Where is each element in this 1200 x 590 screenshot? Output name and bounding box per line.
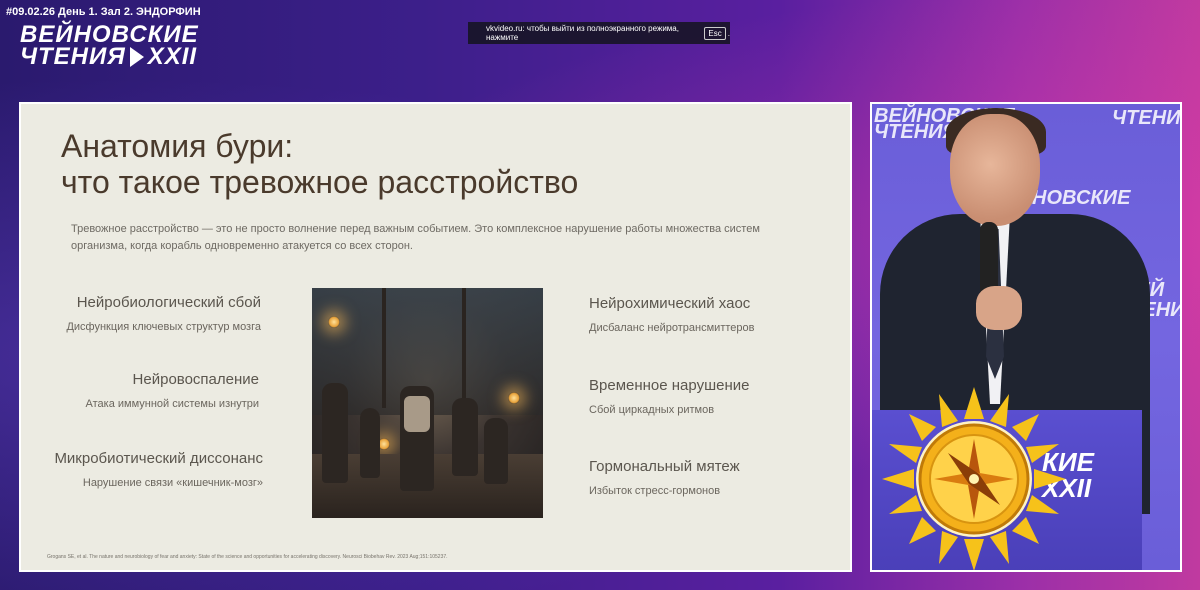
video-caption: #09.02.26 День 1. Зал 2. ЭНДОРФИН xyxy=(6,6,201,18)
cam-bg-text-4: ЧТЕНИЯ xyxy=(1112,107,1181,129)
fullscreen-toast: vkvideo.ru: чтобы выйти из полноэкранног… xyxy=(468,22,730,44)
brand-arrow-icon xyxy=(129,47,144,67)
left-item-1: Нейробиологический сбой Дисфункция ключе… xyxy=(61,294,261,333)
right-item-1-heading: Нейрохимический хаос xyxy=(589,295,751,312)
pirate-figure-4 xyxy=(360,408,380,478)
left-item-3-sub: Нарушение связи «кишечник-мозг» xyxy=(82,477,263,489)
compass-sun-icon xyxy=(882,387,1066,570)
left-item-1-sub: Дисфункция ключевых структур мозга xyxy=(66,321,261,333)
brand-word: ЧТЕНИЯ xyxy=(20,43,126,70)
brand-roman: XXII xyxy=(147,43,198,70)
right-item-3-sub: Избыток стресс-гормонов xyxy=(589,485,721,497)
lantern-2 xyxy=(508,392,520,404)
slide-title-line-1: Анатомия бури: xyxy=(61,128,294,164)
right-item-1-sub: Дисбаланс нейротрансмиттеров xyxy=(589,322,755,334)
right-item-3-heading: Гормональный мятеж xyxy=(589,458,740,475)
right-item-3: Гормональный мятеж Избыток стресс-гормон… xyxy=(589,458,829,497)
pirate-figure-3 xyxy=(452,398,478,476)
pirate-figure-5 xyxy=(484,418,508,484)
left-item-2: Нейровоспаление Атака иммунной системы и… xyxy=(61,371,259,410)
speaker-hand xyxy=(976,286,1022,330)
pirate-figure-1 xyxy=(322,383,348,483)
cam-bg-text-2: ЧТЕНИЯ xyxy=(874,121,958,143)
cam-bg-text-3: НОВСКИЕ xyxy=(1032,187,1131,209)
left-item-2-heading: Нейровоспаление xyxy=(132,371,259,388)
slide-title-line-2: что такое тревожное расстройство xyxy=(61,164,579,200)
toast-tail: . xyxy=(727,28,730,38)
lantern-1 xyxy=(328,316,340,328)
slide-title: Анатомия бури: что такое тревожное расст… xyxy=(61,128,578,200)
slide-footnote: Grogans SE, et al. The nature and neurob… xyxy=(47,554,448,560)
right-item-1: Нейрохимический хаос Дисбаланс нейротран… xyxy=(589,295,829,334)
brand-line-2: ЧТЕНИЯ XXII xyxy=(20,43,199,70)
left-item-2-sub: Атака иммунной системы изнутри xyxy=(85,398,259,410)
presentation-slide: Анатомия бури: что такое тревожное расст… xyxy=(19,102,852,572)
right-item-2-sub: Сбой циркадных ритмов xyxy=(589,404,715,416)
pirate-ship-illustration xyxy=(312,288,543,518)
slide-intro: Тревожное расстройство — это не просто в… xyxy=(71,223,760,252)
left-item-3: Микробиотический диссонанс Нарушение свя… xyxy=(31,450,263,489)
speaker-camera-feed: ВЕЙНОВСКИЕ ЧТЕНИЯ НОВСКИЕ ЧТЕНИЯ ВЕЙ ЧТЕ… xyxy=(870,102,1182,572)
toast-text: vkvideo.ru: чтобы выйти из полноэкранног… xyxy=(486,24,679,42)
esc-key-badge[interactable]: Esc xyxy=(704,26,726,40)
left-item-1-heading: Нейробиологический сбой xyxy=(76,294,261,311)
brand-logo: ВЕЙНОВСКИЕ ЧТЕНИЯ XXII xyxy=(20,23,199,70)
speaker-head xyxy=(950,114,1040,226)
right-item-2: Временное нарушение Сбой циркадных ритмо… xyxy=(589,377,829,416)
left-item-3-heading: Микробиотический диссонанс xyxy=(54,450,263,467)
right-item-2-heading: Временное нарушение xyxy=(589,377,750,394)
